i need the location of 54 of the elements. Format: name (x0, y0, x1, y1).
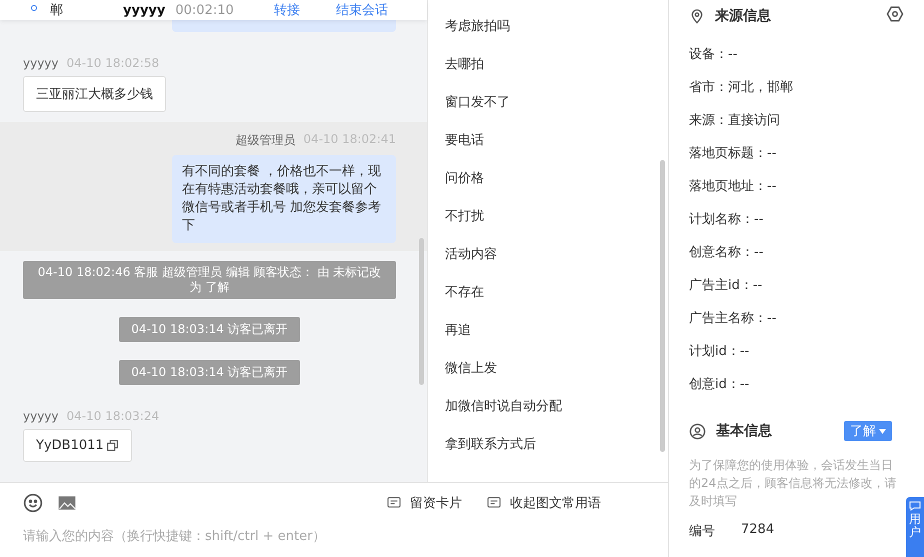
system-notice: 04-10 18:03:14 访客已离开 (119, 317, 300, 342)
info-item: 设备：-- (689, 46, 738, 64)
info-item: 落地页地址：-- (689, 178, 778, 196)
quick-reply[interactable]: 要电话 (445, 131, 668, 169)
chat-icon (909, 501, 921, 511)
info-item: 创意名称：-- (689, 244, 764, 262)
info-item: 落地页标题：-- (689, 144, 778, 162)
toolbar-button[interactable]: 留资卡片 (386, 494, 462, 512)
info-note: 为了保障您的使用体验，会话发生当日的24点之后，顾客信息将无法修改，请及时填写 (689, 457, 898, 510)
quick-reply[interactable]: 考虑旅拍吗 (445, 17, 668, 55)
quick-reply[interactable]: 去哪拍 (445, 55, 668, 93)
header-link[interactable]: 结束会话 (336, 1, 388, 19)
info-item: 广告主名称：-- (689, 310, 778, 328)
info-item: 广告主id：-- (689, 276, 764, 294)
quick-reply[interactable]: 问价格 (445, 169, 668, 207)
message-time: 04-10 18:03:24 (66, 409, 160, 423)
caret-icon (879, 428, 886, 434)
quick-reply[interactable]: 不打扰 (445, 207, 668, 245)
system-notice: 04-10 18:02:46 客服 超级管理员 编辑 顾客状态： 由 未标记改为 了解 (23, 261, 396, 299)
user-circle-icon (689, 422, 706, 440)
message-bubble: YyDB1011 (23, 429, 132, 462)
message-time: 04-10 18:02:58 (66, 56, 160, 70)
location-pin-icon (689, 8, 705, 24)
message-bubble: 有不同的套餐 ，价格也不一样，现在有特惠活动套餐哦，亲可以留个微信号或者手机号 加您发套餐参考下 (172, 155, 396, 243)
session-duration: 00:02:10 (175, 2, 234, 18)
quick-reply[interactable]: 加微信时说自动分配 (445, 397, 668, 435)
info-item: 创意id：-- (689, 376, 750, 394)
sender-name: yyyyy (23, 56, 59, 70)
quick-reply[interactable]: 微信上发 (445, 359, 668, 397)
visitor-name: yyyyy (123, 2, 166, 18)
header-link[interactable]: 转接 (274, 1, 300, 19)
info-item: 计划id：-- (689, 342, 750, 360)
visitor-location: 郸 (50, 2, 63, 19)
side-tab-button[interactable]: 用户 (906, 497, 924, 557)
section-title: 基本信息 (716, 422, 772, 440)
system-notice: 04-10 18:03:14 访客已离开 (119, 360, 300, 385)
message-bubble: 三亚丽江大概多少钱 (23, 76, 166, 112)
section-title: 来源信息 (715, 7, 771, 25)
quick-reply[interactable]: 拿到联系方式后 (445, 435, 668, 473)
quick-reply[interactable]: 不存在 (445, 283, 668, 321)
info-item: 来源：直接访问 (689, 112, 781, 130)
sender-name: 超级管理员 (235, 132, 296, 149)
info-item: 省市：河北，邯郸 (689, 78, 794, 96)
field-label: 编号 (689, 523, 716, 540)
quick-reply[interactable]: 窗口发不了 (445, 93, 668, 131)
quick-reply[interactable]: 再追 (445, 321, 668, 359)
sender-name: yyyyy (23, 409, 59, 423)
toolbar-button[interactable]: 收起图文常用语 (486, 494, 601, 512)
quick-reply[interactable]: 活动内容 (445, 245, 668, 283)
info-item: 计划名称：-- (689, 210, 764, 228)
emoji-icon (23, 493, 43, 513)
copy-icon[interactable] (106, 439, 119, 452)
field-value: 7284 (741, 522, 774, 539)
hexagon-icon (886, 5, 904, 23)
